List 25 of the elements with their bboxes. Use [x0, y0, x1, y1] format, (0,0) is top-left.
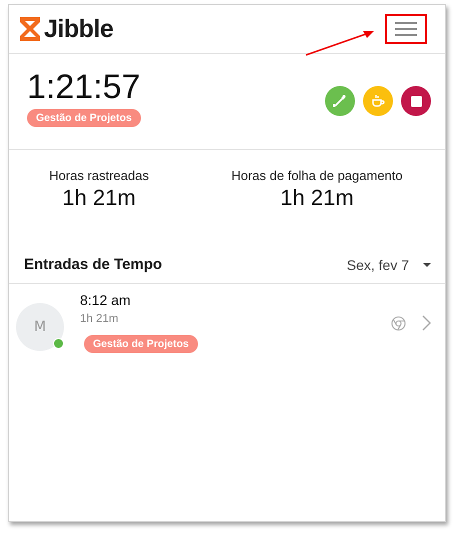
- switch-button[interactable]: [325, 86, 355, 116]
- break-button[interactable]: [363, 86, 393, 116]
- project-tag: Gestão de Projetos: [27, 109, 141, 127]
- hourglass-logo-icon: [20, 17, 40, 41]
- menu-button[interactable]: [385, 14, 427, 44]
- stop-button[interactable]: [401, 86, 431, 116]
- stat-value: 1h 21m: [280, 185, 354, 211]
- project-tag: Gestão de Projetos: [84, 335, 198, 353]
- avatar: M: [16, 303, 64, 351]
- stat-label: Horas rastreadas: [49, 168, 149, 183]
- chevron-right-icon[interactable]: [422, 315, 431, 331]
- stat-label: Horas de folha de pagamento: [231, 168, 403, 183]
- coffee-cup-icon: [371, 94, 385, 108]
- elapsed-timer: 1:21:57: [27, 68, 141, 106]
- stat-value: 1h 21m: [62, 185, 136, 211]
- caret-icon: [423, 262, 431, 266]
- brand-name: Jibble: [44, 14, 114, 44]
- browser-icon: [391, 316, 406, 330]
- pencil-icon: [333, 94, 347, 108]
- section-title: Entradas de Tempo: [24, 256, 162, 273]
- stop-icon: [410, 96, 422, 106]
- date-picker[interactable]: Sex, fev 7: [346, 256, 431, 272]
- menu-icon: [395, 22, 417, 36]
- entry-time: 8:12 am: [80, 292, 131, 308]
- entry-duration: 1h 21m: [80, 313, 118, 325]
